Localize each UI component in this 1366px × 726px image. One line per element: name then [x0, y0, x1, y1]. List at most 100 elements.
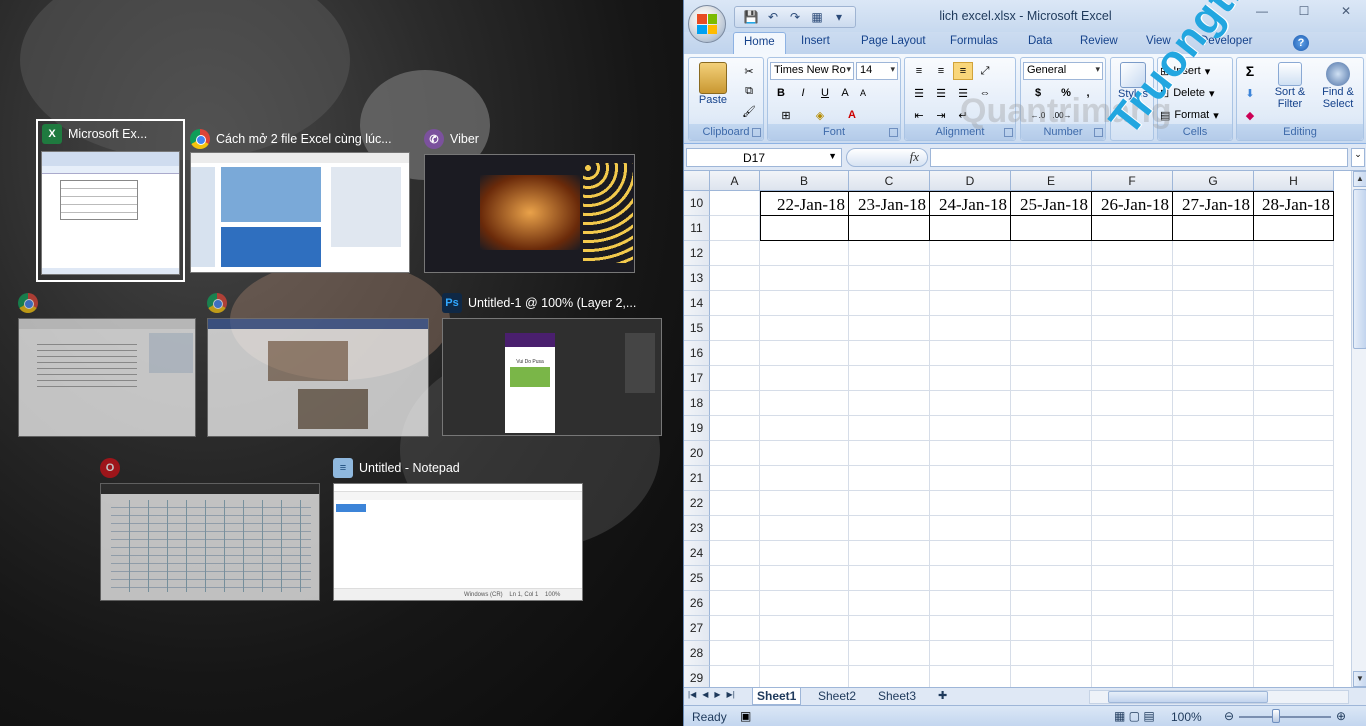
decrease-indent-icon[interactable]: ⇤	[909, 106, 929, 124]
zoom-slider[interactable]	[1239, 716, 1331, 718]
row-header[interactable]: 29	[684, 666, 710, 687]
cell[interactable]	[760, 591, 849, 616]
grow-font-icon[interactable]: A	[838, 84, 852, 102]
cell[interactable]	[760, 291, 849, 316]
first-sheet-icon[interactable]: |◀	[688, 690, 696, 699]
font-name-combo[interactable]: Times New Ro ▾	[770, 62, 854, 80]
cell[interactable]	[1011, 366, 1092, 391]
scroll-thumb[interactable]	[1108, 691, 1268, 703]
cell[interactable]	[1173, 416, 1254, 441]
cell[interactable]: 24-Jan-18	[930, 191, 1011, 216]
window-thumb-photoshop[interactable]: Ps Untitled-1 @ 100% (Layer 2,... Vui Do…	[442, 290, 662, 438]
dialog-launcher-icon[interactable]	[752, 128, 761, 137]
cell[interactable]	[1092, 616, 1173, 641]
cell[interactable]	[849, 566, 930, 591]
cell[interactable]	[849, 391, 930, 416]
find-select-button[interactable]: Find & Select	[1315, 62, 1361, 110]
column-header[interactable]: F	[1092, 171, 1173, 191]
row-header[interactable]: 24	[684, 541, 710, 566]
format-painter-icon[interactable]: 🖌	[739, 102, 759, 120]
zoom-level[interactable]: 100%	[1171, 710, 1202, 724]
cell[interactable]	[710, 391, 760, 416]
next-sheet-icon[interactable]: ▶	[714, 690, 720, 699]
minimize-icon[interactable]: —	[1241, 0, 1283, 22]
cell[interactable]: 26-Jan-18	[1092, 191, 1173, 216]
prev-sheet-icon[interactable]: ◀	[702, 690, 708, 699]
tab-review[interactable]: Review	[1080, 35, 1118, 47]
cell[interactable]	[930, 266, 1011, 291]
shrink-font-icon[interactable]: A	[856, 84, 870, 102]
cell[interactable]	[849, 666, 930, 687]
cell[interactable]	[849, 591, 930, 616]
window-thumb-viber[interactable]: ✆ Viber	[424, 126, 636, 276]
window-thumb-chrome-3[interactable]	[207, 290, 431, 440]
cell[interactable]	[930, 441, 1011, 466]
tab-developer[interactable]: Developer	[1200, 35, 1252, 47]
sheet-tab-1[interactable]: Sheet1	[752, 688, 802, 705]
column-header[interactable]: H	[1254, 171, 1334, 191]
cell[interactable]	[930, 616, 1011, 641]
cell[interactable]	[1173, 616, 1254, 641]
cell[interactable]	[1173, 516, 1254, 541]
cell[interactable]	[1254, 366, 1334, 391]
cell[interactable]	[1254, 591, 1334, 616]
cell[interactable]	[1254, 341, 1334, 366]
cell[interactable]	[1092, 591, 1173, 616]
paste-button[interactable]: Paste	[693, 62, 733, 106]
cell[interactable]	[760, 366, 849, 391]
cell[interactable]	[760, 391, 849, 416]
horizontal-scrollbar[interactable]	[1089, 690, 1349, 704]
cell[interactable]	[1173, 241, 1254, 266]
cell[interactable]	[1011, 491, 1092, 516]
cell[interactable]	[1092, 416, 1173, 441]
zoom-slider-knob[interactable]	[1272, 709, 1280, 723]
cell[interactable]	[1173, 566, 1254, 591]
cell[interactable]	[930, 291, 1011, 316]
cell[interactable]	[710, 591, 760, 616]
cell[interactable]	[1173, 391, 1254, 416]
row-header[interactable]: 25	[684, 566, 710, 591]
cell[interactable]	[760, 516, 849, 541]
row-header[interactable]: 17	[684, 366, 710, 391]
name-box[interactable]: D17 ▼	[686, 148, 842, 167]
cell[interactable]	[849, 291, 930, 316]
cell[interactable]	[1092, 216, 1173, 241]
tab-insert[interactable]: Insert	[801, 35, 830, 47]
align-bottom-icon[interactable]: ≡	[953, 62, 973, 80]
row-header[interactable]: 21	[684, 466, 710, 491]
cell[interactable]	[1092, 666, 1173, 687]
cell[interactable]	[1011, 291, 1092, 316]
cell[interactable]	[930, 391, 1011, 416]
cell[interactable]	[1254, 466, 1334, 491]
cell[interactable]	[710, 291, 760, 316]
window-thumb-opera[interactable]: O	[100, 455, 322, 603]
cell[interactable]	[930, 466, 1011, 491]
window-thumb-excel[interactable]: X Microsoft Ex...	[36, 119, 185, 282]
zoom-in-icon[interactable]: ⊕	[1336, 709, 1346, 723]
borders-icon[interactable]: ⊞	[772, 106, 800, 124]
row-header[interactable]: 27	[684, 616, 710, 641]
cell[interactable]	[1092, 366, 1173, 391]
cell[interactable]	[930, 416, 1011, 441]
cell[interactable]	[760, 441, 849, 466]
cell[interactable]	[930, 341, 1011, 366]
scroll-up-icon[interactable]: ▲	[1353, 171, 1366, 187]
cell[interactable]	[1092, 391, 1173, 416]
select-all-button[interactable]	[684, 171, 710, 191]
maximize-icon[interactable]: ☐	[1283, 0, 1325, 22]
column-header[interactable]: E	[1011, 171, 1092, 191]
column-header[interactable]: G	[1173, 171, 1254, 191]
row-header[interactable]: 20	[684, 441, 710, 466]
cell[interactable]	[1011, 316, 1092, 341]
font-color-icon[interactable]: A	[838, 106, 866, 124]
cell[interactable]	[930, 491, 1011, 516]
view-buttons[interactable]: ▦ ▢ ▤	[1114, 709, 1155, 723]
last-sheet-icon[interactable]: ▶|	[727, 690, 735, 699]
cell[interactable]	[849, 641, 930, 666]
cell[interactable]	[760, 466, 849, 491]
tab-page-layout[interactable]: Page Layout	[861, 35, 926, 47]
cell[interactable]	[1011, 616, 1092, 641]
font-size-combo[interactable]: 14 ▾	[856, 62, 898, 80]
cell[interactable]	[1011, 466, 1092, 491]
cell[interactable]	[1011, 391, 1092, 416]
